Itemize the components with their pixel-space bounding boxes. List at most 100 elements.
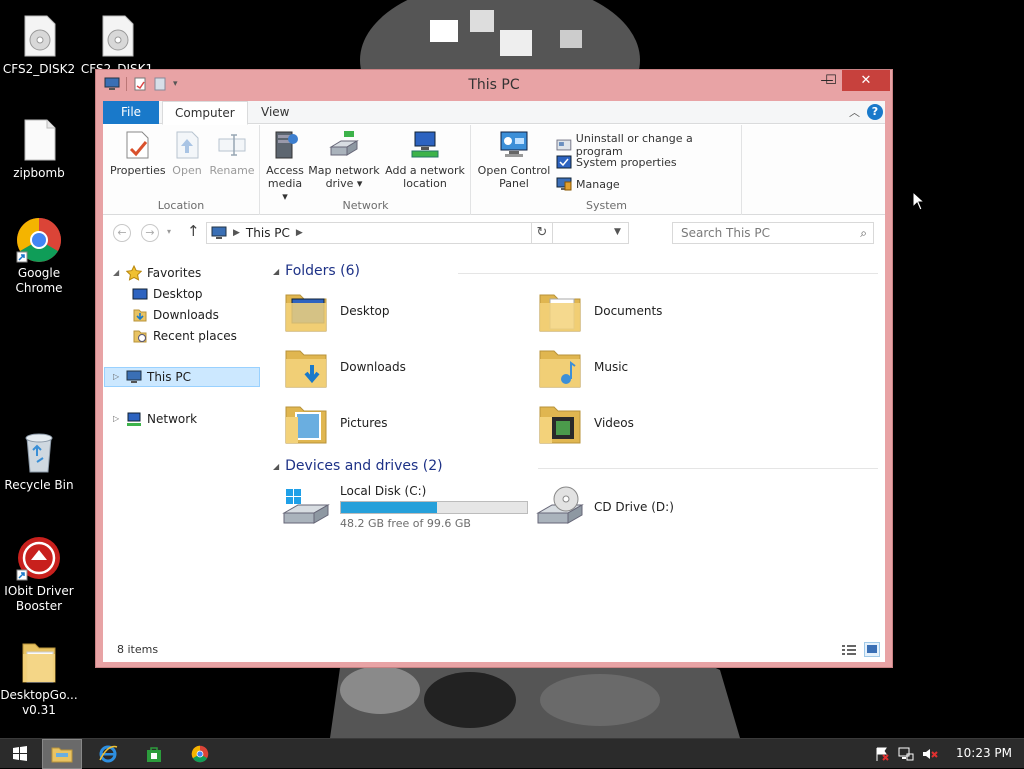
drive-tile-local-disk-c[interactable]: Local Disk (C:) 48.2 GB free of 99.6 GB bbox=[282, 481, 542, 533]
volume-muted-icon[interactable] bbox=[922, 746, 938, 762]
action-center-flag-icon[interactable] bbox=[874, 746, 890, 762]
folder-tile-desktop[interactable]: Desktop bbox=[282, 285, 522, 337]
group-divider bbox=[458, 273, 878, 274]
help-icon[interactable]: ? bbox=[867, 104, 883, 120]
computer-icon bbox=[126, 370, 142, 383]
properties-button[interactable]: Properties bbox=[110, 129, 166, 177]
map-network-drive-button[interactable]: Map network drive ▾ bbox=[307, 129, 381, 190]
add-network-location-button[interactable]: Add a network location bbox=[383, 129, 467, 190]
properties-icon bbox=[126, 131, 149, 159]
taskbar-file-explorer[interactable] bbox=[42, 739, 82, 769]
up-button[interactable]: ↑ bbox=[187, 222, 200, 240]
recycle-bin-icon bbox=[25, 433, 53, 473]
folder-icon bbox=[22, 643, 56, 683]
collapse-arrow-icon[interactable]: ◢ bbox=[273, 462, 279, 471]
drive-tile-cd-drive-d[interactable]: CD Drive (D:) bbox=[536, 481, 776, 533]
windows-logo-icon bbox=[13, 746, 27, 761]
ribbon-group-label: System bbox=[585, 199, 628, 212]
folder-tile-documents[interactable]: Documents bbox=[536, 285, 776, 337]
ribbon-group-label: Location bbox=[157, 199, 205, 212]
desktop-icon-cfs2-disk1[interactable]: CFS2_DISK1 bbox=[78, 12, 156, 77]
desktop-icon-iobit-driver-booster[interactable]: IObit Driver Booster bbox=[0, 534, 78, 614]
desktop-icon-recycle-bin[interactable]: Recycle Bin bbox=[0, 428, 78, 493]
desktop-icon-cfs2-disk2[interactable]: CFS2_DISK2 bbox=[0, 12, 78, 77]
taskbar-internet-explorer[interactable] bbox=[88, 739, 128, 769]
tab-file[interactable]: File bbox=[103, 101, 159, 124]
maximize-button[interactable]: ☐ bbox=[818, 70, 844, 91]
collapse-ribbon-icon[interactable]: ︿ bbox=[849, 104, 860, 120]
desktop-icon-desktopgo[interactable]: DesktopGo... v0.31 bbox=[0, 638, 78, 718]
collapse-arrow-icon[interactable]: ◢ bbox=[273, 267, 279, 276]
group-header-folders[interactable]: ◢ Folders (6) bbox=[273, 263, 360, 279]
chrome-icon bbox=[16, 218, 61, 263]
nav-favorites[interactable]: ◢ Favorites bbox=[113, 263, 201, 283]
mouse-cursor-icon bbox=[912, 191, 926, 211]
network-location-icon bbox=[411, 131, 439, 158]
system-drive-icon bbox=[282, 489, 330, 524]
search-icon[interactable]: ⌕ bbox=[860, 226, 867, 241]
expand-arrow-icon[interactable]: ▷ bbox=[113, 409, 121, 429]
group-header-devices[interactable]: ◢ Devices and drives (2) bbox=[273, 458, 443, 474]
nav-this-pc[interactable]: ▷ This PC bbox=[104, 367, 260, 387]
folder-tile-videos[interactable]: Videos bbox=[536, 397, 776, 449]
internet-explorer-icon bbox=[99, 745, 118, 763]
programs-icon bbox=[556, 139, 572, 151]
taskbar-clock[interactable]: 10:23 PM bbox=[956, 746, 1012, 760]
access-media-button[interactable]: Access media ▾ bbox=[265, 129, 305, 203]
tab-view[interactable]: View bbox=[249, 101, 301, 124]
ribbon-group-network: Access media ▾ Map network drive ▾ Add a… bbox=[261, 125, 471, 215]
driver-booster-icon bbox=[16, 537, 60, 581]
forward-button[interactable]: → bbox=[141, 224, 159, 242]
breadcrumb-chevron-icon[interactable]: ▶ bbox=[296, 228, 303, 238]
back-button[interactable]: ← bbox=[113, 224, 131, 242]
folder-tile-music[interactable]: Music bbox=[536, 341, 776, 393]
address-bar[interactable]: ▶ This PC ▶ ▼ bbox=[206, 222, 629, 244]
address-row: ← → ▾ ↑ ▶ This PC ▶ ▼ ↻ Search This PC ⌕ bbox=[103, 216, 885, 250]
desktop-icon-zipbomb[interactable]: zipbomb bbox=[0, 116, 78, 181]
ribbon-group-system: Open Control Panel Uninstall or change a… bbox=[472, 125, 742, 215]
folder-tile-downloads[interactable]: Downloads bbox=[282, 341, 522, 393]
blank-file-icon bbox=[24, 119, 56, 161]
expand-arrow-icon[interactable]: ▷ bbox=[113, 367, 121, 387]
dropdown-arrow-icon: ▾ bbox=[353, 177, 363, 190]
computer-icon bbox=[211, 226, 227, 239]
window-client: File Computer View ︿ ? Properties Open R… bbox=[103, 101, 885, 662]
desktop-icon-google-chrome[interactable]: Google Chrome bbox=[0, 216, 78, 296]
manage-button[interactable]: Manage bbox=[556, 176, 620, 192]
taskbar-store[interactable] bbox=[134, 739, 174, 769]
collapse-arrow-icon[interactable]: ◢ bbox=[113, 263, 121, 283]
nav-recent-places[interactable]: Recent places bbox=[132, 326, 237, 346]
close-button[interactable]: ✕ bbox=[842, 70, 890, 91]
folder-tile-pictures[interactable]: Pictures bbox=[282, 397, 522, 449]
start-button[interactable] bbox=[0, 739, 40, 769]
details-view-icon[interactable] bbox=[841, 643, 857, 657]
nav-downloads[interactable]: Downloads bbox=[132, 305, 219, 325]
open-button[interactable]: Open bbox=[167, 129, 207, 177]
drive-free-space: 48.2 GB free of 99.6 GB bbox=[340, 517, 471, 530]
ribbon-group-label: Network bbox=[342, 199, 389, 212]
taskbar-google-chrome[interactable] bbox=[180, 739, 220, 769]
documents-folder-icon bbox=[539, 294, 581, 332]
recent-places-icon bbox=[133, 330, 147, 343]
search-input[interactable]: Search This PC ⌕ bbox=[672, 222, 874, 244]
rename-button[interactable]: Rename bbox=[208, 129, 256, 177]
title-bar[interactable]: ▾ This PC — ☐ ✕ bbox=[96, 70, 892, 100]
breadcrumb-this-pc[interactable]: This PC bbox=[246, 226, 290, 240]
network-drive-icon bbox=[329, 131, 359, 156]
recent-locations-icon[interactable]: ▾ bbox=[167, 227, 171, 236]
nav-desktop[interactable]: Desktop bbox=[132, 284, 203, 304]
pictures-folder-icon bbox=[285, 406, 327, 444]
refresh-button[interactable]: ↻ bbox=[531, 222, 553, 244]
open-control-panel-button[interactable]: Open Control Panel bbox=[475, 129, 553, 190]
disk-usage-fill bbox=[341, 502, 437, 513]
tab-computer[interactable]: Computer bbox=[162, 101, 248, 125]
nav-network[interactable]: ▷ Network bbox=[113, 409, 197, 429]
network-status-icon[interactable] bbox=[898, 746, 914, 762]
breadcrumb-chevron-icon[interactable]: ▶ bbox=[233, 228, 240, 238]
window-title: This PC bbox=[468, 77, 520, 93]
address-history-dropdown-icon[interactable]: ▼ bbox=[614, 227, 621, 237]
system-properties-button[interactable]: System properties bbox=[556, 154, 677, 170]
file-explorer-icon bbox=[51, 747, 73, 763]
explorer-window[interactable]: ▾ This PC — ☐ ✕ File Computer View ︿ ? P… bbox=[95, 69, 893, 668]
large-icons-view-icon[interactable] bbox=[864, 642, 880, 657]
